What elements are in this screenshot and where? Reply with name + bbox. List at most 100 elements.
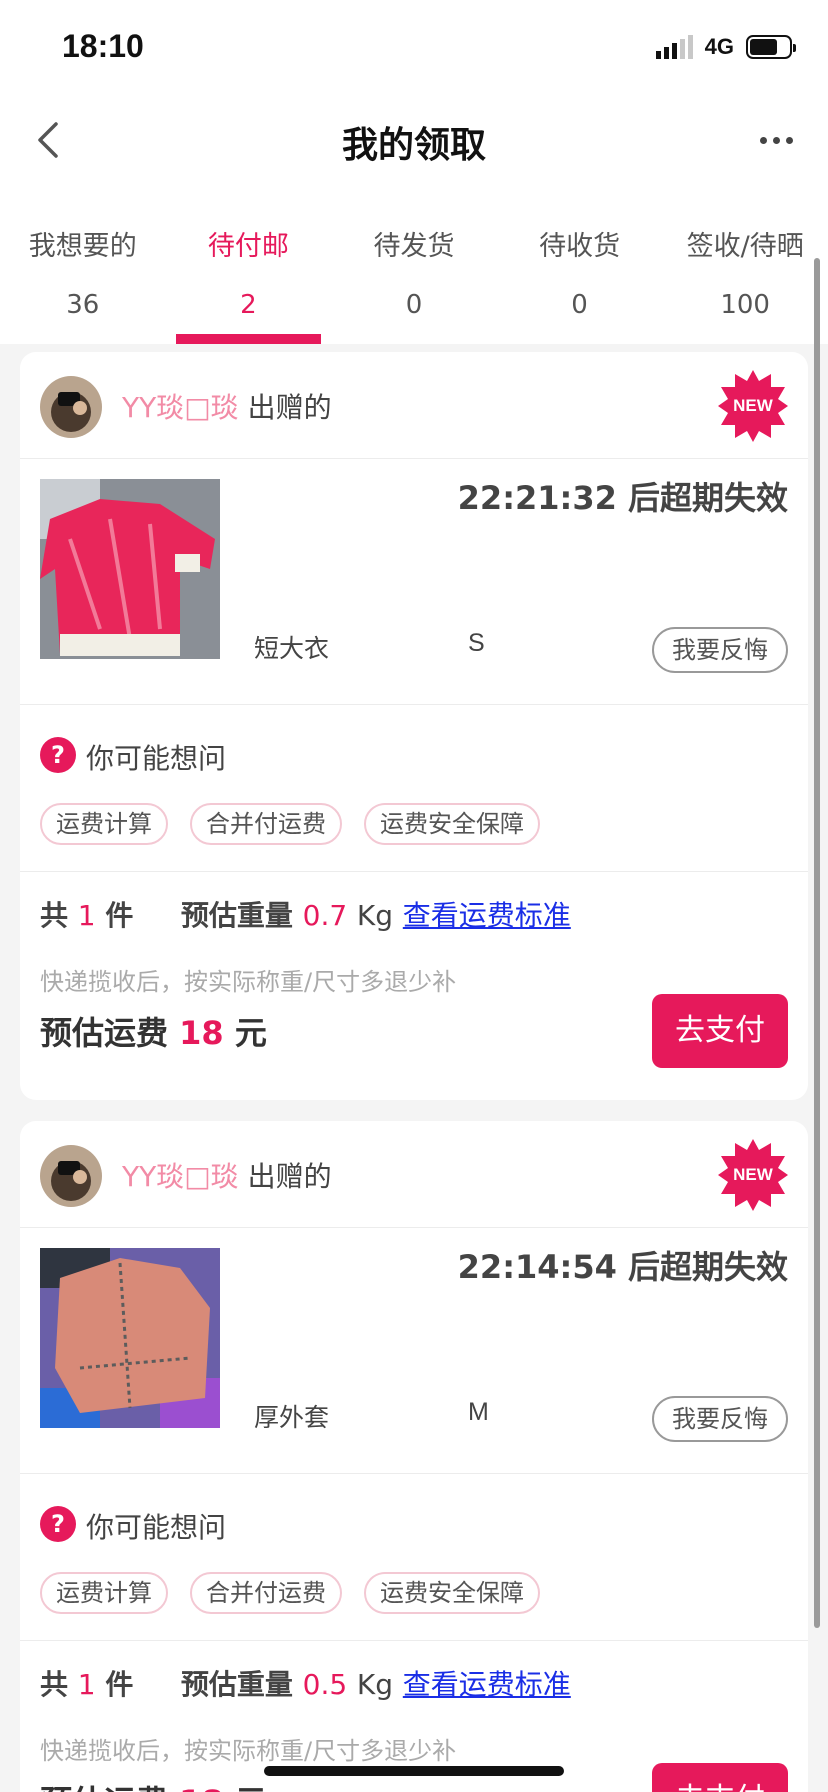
pay-button[interactable]: 去支付 [652,1763,788,1792]
avatar-image [40,376,102,438]
status-tabs: 我想要的 36 待付邮 2 待发货 0 待收货 0 签收/待晒 100 [0,186,828,344]
item-count: 1 [77,899,96,932]
weight-label: 预估重量 [180,1668,293,1701]
weight-note: 快递揽收后，按实际称重/尺寸多退少补 [40,1737,457,1765]
sender-name[interactable]: YY琰□琰 [122,1160,239,1193]
product-size: S [468,629,485,657]
battery-icon [746,35,796,59]
item-count: 1 [77,1668,96,1701]
tab-label: 我想要的 [28,231,137,262]
active-tab-indicator [175,334,322,344]
tab-count: 0 [571,290,588,320]
question-icon: ? [40,1506,76,1542]
signal-icon [655,35,693,59]
regret-button[interactable]: 我要反悔 [652,627,788,673]
regret-button[interactable]: 我要反悔 [652,1396,788,1442]
faq-chip[interactable]: 运费安全保障 [364,803,540,845]
status-time: 18:10 [62,28,144,64]
weight-label: 预估重量 [180,899,293,932]
tab-label: 签收/待晒 [686,231,804,262]
order-header: YY琰□琰 出赠的 NEW [20,1121,808,1228]
product-name: 厚外套 [254,1403,330,1432]
total-prefix: 共 [40,1668,69,1701]
tab-label: 待发货 [373,231,455,262]
home-indicator[interactable] [264,1766,564,1776]
fee-value: 18 [179,1783,224,1792]
fee-value: 18 [179,1014,224,1052]
item-unit: 件 [105,1668,134,1701]
more-dots-icon [759,136,767,144]
new-badge-text: NEW [733,396,774,415]
avatar[interactable] [40,376,102,438]
fee-unit: 元 [234,1014,267,1052]
weight-unit: Kg [356,1668,394,1701]
faq-section: ? 你可能想问 运费计算 合并付运费 运费安全保障 [20,705,808,872]
sender-name[interactable]: YY琰□琰 [122,391,239,424]
new-badge-icon: NEW [718,370,788,442]
faq-title: 你可能想问 [86,1511,227,1544]
faq-chip[interactable]: 合并付运费 [190,803,342,845]
more-button[interactable] [754,118,798,162]
weight-value: 0.7 [302,899,348,932]
fee-label: 预估运费 [40,1783,168,1792]
faq-chip[interactable]: 运费安全保障 [364,1572,540,1614]
order-card: YY琰□琰 出赠的 NEW 22:14:54 后超期失效 厚外套 M 我要反悔 … [20,1121,808,1792]
faq-chip[interactable]: 合并付运费 [190,1572,342,1614]
tab-pending-postage[interactable]: 待付邮 2 [166,186,332,344]
network-type: 4G [704,34,734,59]
sender-line: YY琰□琰 出赠的 [122,1155,332,1195]
fee-standard-link[interactable]: 查看运费标准 [403,1668,571,1701]
product-photo [40,1248,220,1428]
product-section: 22:21:32 后超期失效 短大衣 S 我要反悔 [20,459,808,705]
sender-line: YY琰□琰 出赠的 [122,386,332,426]
pay-button[interactable]: 去支付 [652,994,788,1068]
question-icon: ? [40,737,76,773]
product-image[interactable] [40,1248,220,1428]
page-title: 我的领取 [341,125,486,166]
total-prefix: 共 [40,899,69,932]
summary-line: 共 1 件 预估重量 0.7 Kg 查看运费标准 [40,894,571,934]
product-name: 短大衣 [254,634,330,663]
fee-label: 预估运费 [40,1014,169,1052]
fee-line: 预估运费 18 元 [40,1008,267,1054]
faq-chips: 运费计算 合并付运费 运费安全保障 [40,1572,540,1614]
new-badge-icon: NEW [718,1139,788,1211]
faq-chip[interactable]: 运费计算 [40,803,168,845]
tab-count: 2 [240,290,257,320]
order-header: YY琰□琰 出赠的 NEW [20,352,808,459]
order-card: YY琰□琰 出赠的 NEW 22:21:32 后超期失效 短大衣 S 我要反悔 … [20,352,808,1100]
tab-pending-shipment[interactable]: 待发货 0 [331,186,497,344]
weight-note: 快递揽收后，按实际称重/尺寸多退少补 [40,968,457,996]
avatar-image [40,1145,102,1207]
tab-pending-receipt[interactable]: 待收货 0 [497,186,663,344]
sender-suffix: 出赠的 [247,391,332,424]
item-unit: 件 [105,899,134,932]
product-section: 22:14:54 后超期失效 厚外套 M 我要反悔 [20,1228,808,1474]
countdown-text: 22:21:32 后超期失效 [457,479,788,517]
weight-unit: Kg [356,899,394,932]
faq-chip[interactable]: 运费计算 [40,1572,168,1614]
status-indicators: 4G [655,34,796,60]
faq-section: ? 你可能想问 运费计算 合并付运费 运费安全保障 [20,1474,808,1641]
tab-label: 待收货 [539,231,621,262]
tab-label: 待付邮 [207,231,289,262]
nav-bar: 我的领取 [0,96,828,186]
product-size: M [468,1398,489,1426]
scrollbar[interactable] [814,258,820,1628]
tab-wanted[interactable]: 我想要的 36 [0,186,166,344]
summary-line: 共 1 件 预估重量 0.5 Kg 查看运费标准 [40,1663,571,1703]
sender-suffix: 出赠的 [247,1160,332,1193]
faq-chips: 运费计算 合并付运费 运费安全保障 [40,803,540,845]
payment-section: 共 1 件 预估重量 0.7 Kg 查看运费标准 快递揽收后，按实际称重/尺寸多… [20,872,808,1100]
tab-signed-review[interactable]: 签收/待晒 100 [662,186,828,344]
tab-count: 0 [405,290,423,320]
product-photo [40,479,220,659]
fee-unit: 元 [235,1783,267,1792]
fee-line: 预估运费 18 元 [40,1777,267,1792]
fee-standard-link[interactable]: 查看运费标准 [403,899,571,932]
countdown-text: 22:14:54 后超期失效 [457,1248,788,1286]
product-image[interactable] [40,479,220,659]
weight-value: 0.5 [302,1668,348,1701]
avatar[interactable] [40,1145,102,1207]
tab-count: 100 [720,290,770,320]
